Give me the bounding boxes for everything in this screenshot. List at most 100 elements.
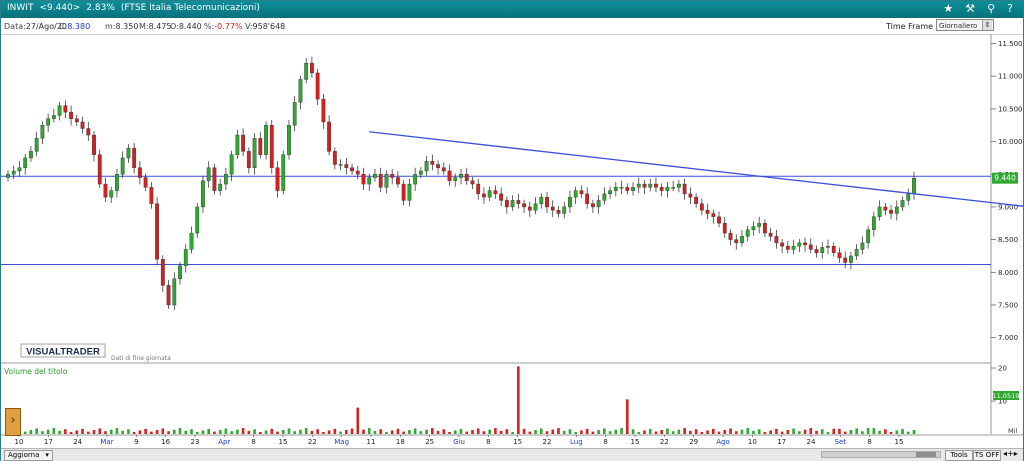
- candle-body: [40, 125, 45, 139]
- volume-bar: [453, 430, 457, 434]
- volume-bar: [339, 431, 342, 434]
- timeframe-select[interactable]: Giornaliero ⇕: [936, 19, 994, 31]
- candle-body: [74, 118, 79, 123]
- price-chart[interactable]: 11.50011.00010.50010.0009.5009.0008.5008…: [1, 34, 1023, 448]
- chart-scrollbar[interactable]: [821, 451, 941, 458]
- candle-body: [115, 174, 119, 191]
- date-tick-label: 10: [15, 438, 24, 446]
- volume-bar: [144, 428, 147, 434]
- volume-bar: [310, 430, 314, 434]
- volume-field: V:958'648: [245, 22, 286, 31]
- candle-body: [774, 236, 779, 244]
- candle-body: [625, 187, 630, 191]
- candle-body: [659, 187, 664, 191]
- volume-bar: [494, 428, 497, 434]
- timeframe-label: Time Frame: [886, 22, 934, 31]
- volume-bar: [820, 429, 824, 434]
- candle-body: [355, 170, 360, 175]
- candle-body: [665, 187, 670, 191]
- candle-body: [459, 174, 463, 178]
- refresh-button[interactable]: Aggiorna ▾: [4, 450, 53, 461]
- volume-bar: [517, 366, 520, 434]
- volume-bar: [488, 429, 491, 434]
- volume-bar: [872, 428, 876, 434]
- plus-icon[interactable]: +: [1007, 449, 1014, 458]
- candle-body: [596, 200, 601, 208]
- volume-bar: [849, 430, 853, 434]
- volume-bar: [304, 428, 308, 434]
- volume-bar: [798, 431, 801, 434]
- volume-bar: [115, 428, 119, 434]
- volume-tick-label: 20: [998, 365, 1007, 373]
- candle-body: [23, 157, 28, 168]
- date-tick-label: 15: [513, 438, 522, 446]
- candle-body: [522, 203, 526, 208]
- candle-body: [608, 190, 612, 195]
- candle-body: [464, 174, 469, 181]
- volume-bar: [884, 429, 887, 434]
- arrow-right-icon[interactable]: ▸: [1014, 449, 1018, 458]
- volume-bar: [207, 428, 210, 434]
- volume-bar: [895, 430, 899, 434]
- volume-bar: [671, 431, 675, 434]
- data-source-note: Dati di fine giornata: [111, 355, 171, 362]
- candle-body: [843, 257, 848, 263]
- volume-bar: [190, 429, 193, 434]
- volume-bar: [557, 428, 560, 434]
- candle-body: [315, 72, 320, 100]
- volume-bar: [86, 431, 90, 434]
- candle-body: [246, 151, 251, 168]
- volume-bar: [866, 428, 870, 434]
- candle-body: [201, 180, 205, 208]
- volume-bar: [878, 430, 881, 434]
- tools-button[interactable]: Tools: [945, 450, 973, 461]
- price-tick-label: 8.500: [998, 236, 1018, 244]
- volume-bar: [178, 428, 182, 434]
- date-tick-label: Mag: [334, 438, 349, 446]
- volume-bar: [505, 429, 509, 434]
- candle-body: [430, 160, 435, 165]
- candle-body: [57, 105, 62, 116]
- candle-body: [384, 174, 389, 188]
- expand-panel-button[interactable]: ›: [5, 408, 21, 436]
- chevron-down-icon[interactable]: ⇕: [982, 20, 992, 30]
- volume-bar: [104, 431, 107, 434]
- candle-body: [654, 183, 658, 188]
- volume-bar: [253, 429, 256, 434]
- volume-bar: [608, 431, 612, 434]
- close-field: C:8.380: [59, 22, 91, 31]
- star-icon[interactable]: ★: [943, 2, 953, 15]
- date-tick-label: Apr: [218, 438, 230, 446]
- scrollbar-thumb[interactable]: [916, 452, 936, 457]
- volume-bar: [293, 431, 297, 434]
- candle-body: [791, 245, 796, 250]
- date-tick-label: 22: [660, 438, 669, 446]
- candle-body: [499, 193, 504, 201]
- volume-bar: [195, 432, 199, 434]
- volume-bar: [677, 429, 681, 434]
- volume-bar: [476, 428, 480, 434]
- candle-body: [740, 236, 744, 244]
- candle-body: [241, 134, 246, 152]
- volume-bar: [379, 429, 383, 434]
- volume-bar: [92, 430, 96, 434]
- trading-window: INWIT <9.440> 2.83% (FTSE Italia Telecomuni…: [0, 0, 1024, 461]
- help-icon[interactable]: ?: [1007, 2, 1013, 15]
- candle-body: [745, 229, 750, 237]
- volume-bar: [826, 432, 830, 434]
- volume-bar: [746, 428, 750, 434]
- date-field: Data:27/Ago/20: [4, 22, 67, 31]
- volume-bar: [362, 429, 365, 434]
- volume-bar: [327, 430, 331, 434]
- candle-body: [413, 174, 418, 185]
- candle-body: [510, 200, 515, 208]
- volume-bar: [775, 428, 778, 434]
- candle-body: [493, 190, 498, 195]
- pin-icon[interactable]: ⚲: [987, 2, 995, 15]
- candle-body: [579, 190, 584, 195]
- hammer-icon[interactable]: ⚒: [965, 2, 975, 15]
- volume-bar: [534, 430, 537, 434]
- candle-body: [332, 151, 337, 165]
- date-tick-label: 25: [425, 438, 434, 446]
- ts-off-button[interactable]: TS OFF: [973, 450, 1001, 461]
